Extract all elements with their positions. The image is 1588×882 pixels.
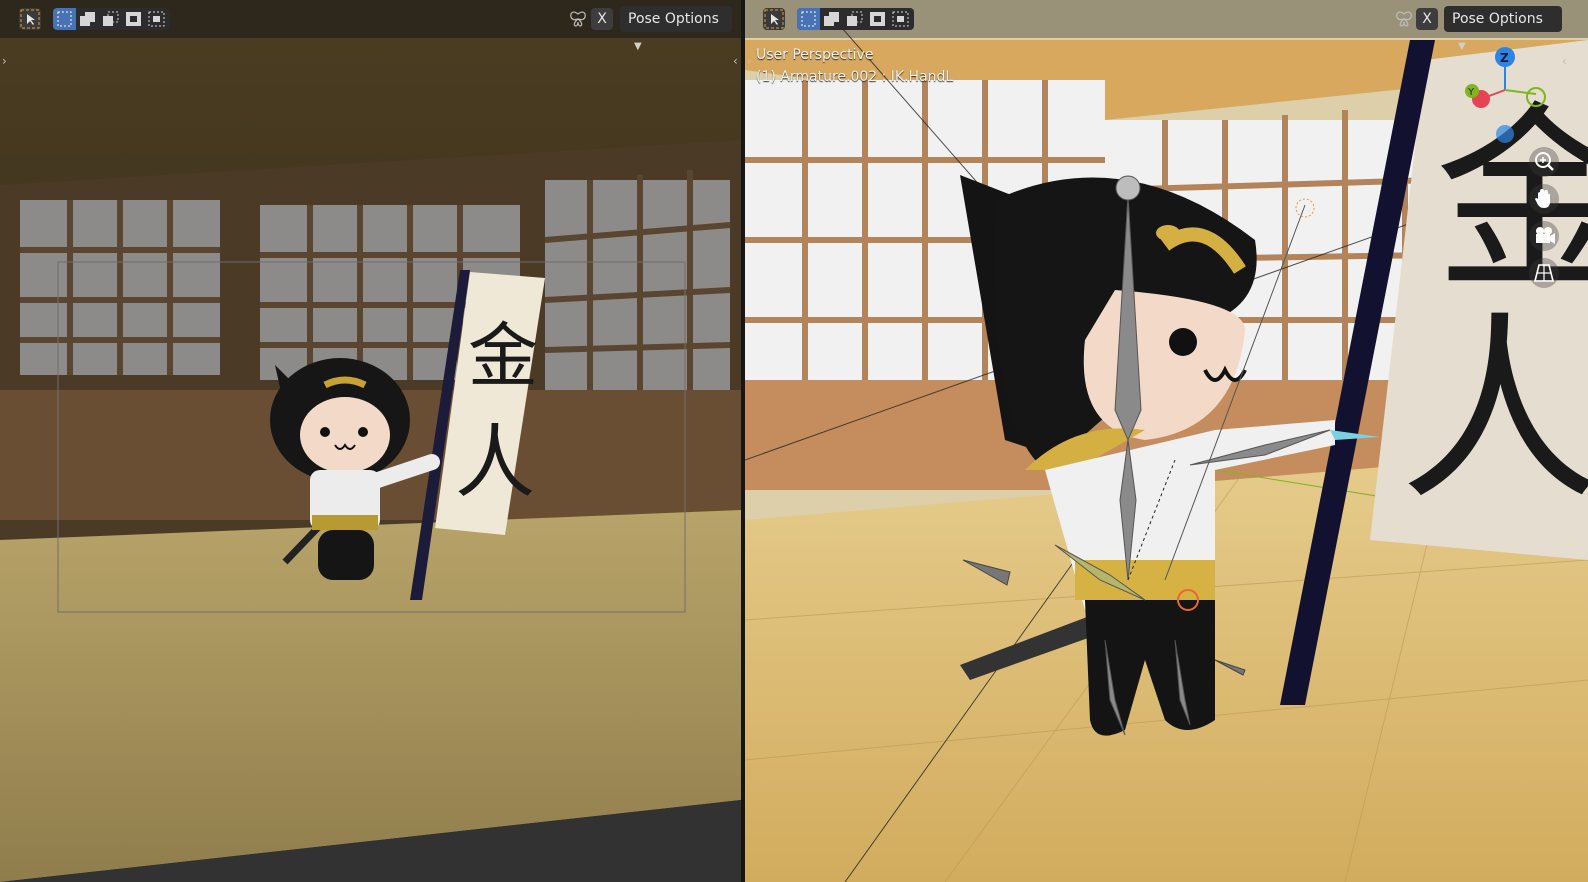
select-box-intersect-button[interactable]: [889, 8, 912, 30]
select-tool-button[interactable]: [763, 8, 785, 30]
select-box-extend-button[interactable]: [820, 8, 843, 30]
mirror-toggle-button[interactable]: [567, 8, 589, 30]
x-axis-mirror-button[interactable]: X: [1416, 8, 1438, 30]
gizmo-neg-y-axis[interactable]: [1526, 87, 1546, 107]
pose-options-dropdown[interactable]: Pose Options ▼: [620, 6, 732, 52]
chevron-down-icon: ▼: [634, 41, 642, 52]
perspective-scene: 金 人: [745, 0, 1588, 882]
gizmo-z-label: Z: [1500, 51, 1509, 65]
active-object-label: (1) Armature.002 : IK.HandL: [756, 69, 954, 85]
pan-hand-icon: [1535, 189, 1550, 208]
select-box-subtract-icon: [847, 11, 863, 26]
select-box-invert-icon: [126, 12, 141, 26]
camera-icon: [1536, 227, 1555, 244]
perspective-viewport[interactable]: 金 人 X Pose Options▼ › ‹ User Perspective…: [745, 0, 1588, 882]
mirror-toggle-button[interactable]: [1393, 8, 1415, 30]
select-box-invert-button[interactable]: [122, 8, 145, 30]
pan-button[interactable]: [1529, 184, 1559, 214]
view-name-label: User Perspective: [756, 47, 874, 63]
gizmo-y-label: Y: [1467, 87, 1475, 98]
pose-options-dropdown[interactable]: Pose Options▼: [1444, 6, 1562, 52]
toolbar-expand-arrow[interactable]: ›: [747, 54, 752, 68]
select-box-intersect-icon: [148, 11, 165, 27]
select-box-intersect-icon: [892, 11, 909, 27]
butterfly-mirror-icon: [1396, 11, 1412, 27]
selection-mode-group: [53, 8, 170, 30]
select-box-new-icon: [801, 11, 816, 27]
select-tool-icon: [764, 9, 784, 29]
select-box-extend-icon: [80, 12, 95, 26]
selection-mode-group: [797, 8, 914, 30]
select-box-extend-icon: [824, 12, 839, 26]
select-box-subtract-icon: [103, 11, 119, 26]
perspective-grid-icon: [1533, 264, 1555, 282]
zoom-icon: [1535, 152, 1554, 171]
pose-options-label: Pose Options: [1452, 11, 1543, 27]
perspective-toggle-button[interactable]: [1529, 258, 1559, 288]
gizmo-neg-z-axis[interactable]: [1496, 125, 1514, 143]
camera-render-scene: 金 人: [0, 0, 741, 882]
select-box-new-button[interactable]: [797, 8, 820, 30]
toolbar-expand-arrow[interactable]: ›: [2, 54, 7, 68]
select-box-subtract-button[interactable]: [843, 8, 866, 30]
select-box-intersect-button[interactable]: [145, 8, 168, 30]
banner-text-bottom: 人: [1400, 295, 1588, 528]
zoom-button[interactable]: [1529, 147, 1559, 177]
sidebar-expand-arrow[interactable]: ‹: [733, 54, 738, 68]
navigation-gizmo[interactable]: Z Y: [1463, 44, 1547, 152]
sidebar-expand-arrow[interactable]: ‹: [1562, 54, 1567, 68]
select-box-extend-button[interactable]: [76, 8, 99, 30]
select-tool-button[interactable]: [19, 8, 41, 30]
select-box-invert-button[interactable]: [866, 8, 889, 30]
banner-text-top: 金: [468, 315, 538, 397]
select-box-invert-icon: [870, 12, 885, 26]
select-box-subtract-button[interactable]: [99, 8, 122, 30]
banner-text-bottom: 人: [455, 416, 535, 509]
select-box-new-button[interactable]: [53, 8, 76, 30]
pose-options-label: Pose Options: [628, 11, 719, 27]
butterfly-mirror-icon: [570, 11, 586, 27]
camera-view-button[interactable]: [1529, 221, 1559, 251]
select-tool-icon: [20, 9, 40, 29]
select-box-new-icon: [57, 11, 72, 27]
camera-viewport[interactable]: 金 人 X Pose Options ▼ › ‹: [0, 0, 741, 882]
x-axis-mirror-button[interactable]: X: [591, 8, 613, 30]
